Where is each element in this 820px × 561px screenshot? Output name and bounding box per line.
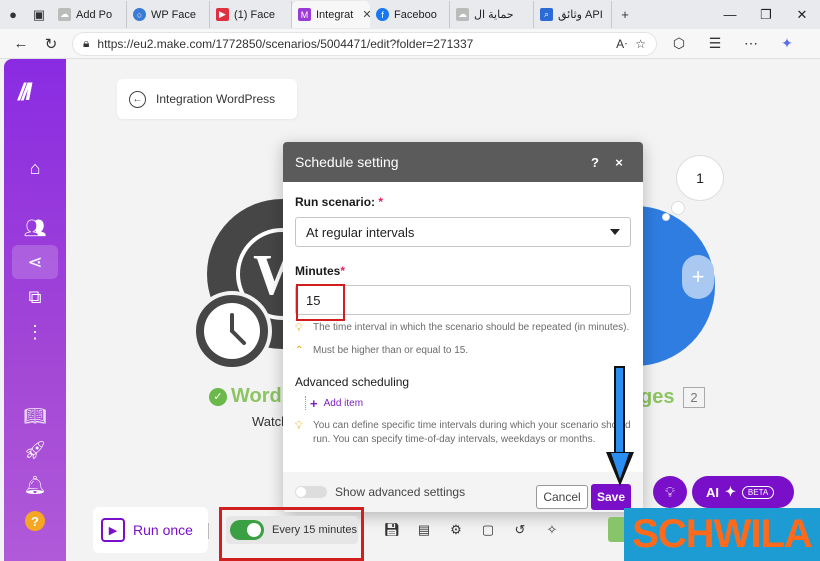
add-item-button[interactable]: + Add item [305, 395, 631, 411]
back-icon[interactable]: ← [6, 35, 36, 52]
extensions-icon[interactable]: ⬡ [663, 35, 695, 52]
help-icon[interactable]: ? [12, 504, 58, 538]
clock-hands-icon [230, 313, 246, 345]
sparkle-icon: ✦ [725, 484, 736, 499]
restore-icon[interactable]: ❐ [748, 7, 784, 23]
browser-tab-strip: ● ▣ ☁ Add Po ○ WP Face ▶ (1) Face M Inte… [0, 0, 820, 29]
more-menu-icon[interactable]: ⋯ [735, 35, 767, 52]
dialog-footer: Show advanced settings Cancel Save [283, 472, 643, 512]
url-text: https://eu2.make.com/1772850/scenarios/5… [97, 36, 474, 51]
lock-icon: 🔒︎ [83, 36, 90, 50]
close-icon[interactable]: × [607, 155, 631, 170]
favorite-star-icon[interactable]: ☆ [635, 37, 646, 51]
cloud-icon: ☁ [456, 8, 469, 21]
minutes-label: Minutes* [295, 264, 346, 278]
lightbulb-button[interactable]: 💡︎ [653, 476, 687, 508]
app-sidebar: //l ⌂ 👥︎ ⋖ ⧉ ⋮ 📖︎ 🚀︎ 🔔︎ ? [4, 59, 66, 561]
cancel-button[interactable]: Cancel [536, 485, 588, 509]
close-window-icon[interactable]: ✕ [784, 7, 820, 23]
advanced-hint: You can define specific time intervals d… [313, 420, 631, 445]
notes-icon[interactable]: ▢ [476, 519, 500, 541]
browser-tab-5[interactable]: f Faceboo [370, 1, 450, 28]
breadcrumb[interactable]: ← Integration WordPress [117, 79, 297, 119]
add-module-icon[interactable]: + [682, 255, 714, 299]
min-value-hint: Must be higher than or equal to 15. [313, 345, 469, 356]
advanced-scheduling-label: Advanced scheduling [295, 375, 410, 389]
minutes-input[interactable]: 15 [295, 285, 631, 315]
beta-badge: BETA [741, 485, 775, 499]
browser-tab-1[interactable]: ☁ Add Po [52, 1, 127, 28]
make-logo-icon: M [298, 8, 311, 21]
settings-gear-icon[interactable]: ⚙ [444, 519, 468, 541]
dialog-title: Schedule setting [295, 154, 399, 170]
browser-tab-4[interactable]: M Integrat ✕ [292, 1, 370, 28]
undo-icon[interactable]: ↺ [508, 519, 532, 541]
minutes-highlight-box [296, 284, 345, 321]
minimize-icon[interactable]: — [712, 7, 748, 22]
back-arrow-icon[interactable]: ← [129, 90, 146, 108]
youtube-icon: ▶ [216, 8, 229, 21]
close-tab-icon[interactable]: ✕ [362, 8, 370, 21]
lightbulb-icon: 💡︎ [295, 322, 303, 334]
tab-actions-icon[interactable]: ▣ [26, 2, 52, 28]
plus-icon: + [310, 395, 318, 411]
arrow-annotation-icon [614, 366, 625, 454]
chevron-up-icon: ⌃ [295, 345, 304, 356]
module-title-left: Word [231, 385, 282, 407]
dialog-header: Schedule setting ? × [283, 142, 643, 182]
circle-logo-icon: ○ [133, 8, 146, 21]
scenario-name: Integration WordPress [156, 92, 276, 106]
schedule-clock-icon[interactable] [192, 291, 272, 371]
lightbulb-icon: 💡︎ [295, 420, 303, 432]
browser-tab-6[interactable]: ☁ حماية ال [450, 1, 534, 28]
interval-hint: The time interval in which the scenario … [313, 322, 630, 333]
scenarios-share-icon[interactable]: ⋖ [12, 245, 58, 279]
operation-count-bubble[interactable]: 1 [676, 155, 724, 201]
browser-tab-3[interactable]: ▶ (1) Face [210, 1, 292, 28]
refresh-icon[interactable]: ↻ [36, 35, 66, 53]
schedule-setting-dialog: Schedule setting ? × Run scenario: * At … [283, 142, 643, 512]
save-button[interactable]: Save [591, 484, 631, 510]
show-advanced-label: Show advanced settings [335, 485, 466, 499]
table-icon[interactable]: ▤ [412, 519, 436, 541]
notifications-bell-icon[interactable]: 🔔︎ [12, 468, 58, 502]
magic-wand-icon[interactable]: ✧ [540, 519, 564, 541]
ai-assistant-button[interactable]: AI ✦ BETA [692, 476, 794, 508]
new-tab-icon[interactable]: + [612, 2, 638, 28]
apps-puzzle-icon[interactable]: ⧉ [12, 280, 58, 314]
help-icon[interactable]: ? [583, 155, 607, 170]
play-icon: ▶ [101, 518, 125, 542]
address-bar[interactable]: 🔒︎ https://eu2.make.com/1772850/scenario… [72, 31, 657, 56]
browser-tab-2[interactable]: ○ WP Face [127, 1, 210, 28]
docs-book-icon[interactable]: 📖︎ [12, 399, 58, 433]
browser-tab-7[interactable]: ⌕ وثائق API [534, 1, 612, 28]
address-bar-row: ← ↻ 🔒︎ https://eu2.make.com/1772850/scen… [0, 29, 820, 59]
module-title-right: ges [640, 386, 675, 408]
check-icon: ✓ [209, 387, 227, 406]
caret-down-icon [610, 229, 620, 235]
rocket-icon[interactable]: 🚀︎ [12, 433, 58, 467]
watermark-logo: SCHWILA [624, 508, 820, 561]
copilot-icon[interactable]: ✦ [771, 35, 803, 52]
home-icon[interactable]: ⌂ [12, 151, 58, 185]
search-icon: ⌕ [540, 8, 553, 21]
run-once-button[interactable]: ▶ Run once [93, 507, 208, 553]
show-advanced-toggle[interactable] [295, 486, 327, 498]
facebook-icon: f [376, 8, 389, 21]
run-scenario-label: Run scenario: * [295, 195, 384, 209]
team-icon[interactable]: 👥︎ [12, 211, 58, 245]
cloud-icon: ☁ [58, 8, 71, 21]
module-number-badge: 2 [683, 387, 705, 408]
save-disk-icon[interactable]: 💾︎ [380, 519, 404, 541]
favorites-icon[interactable]: ☰ [699, 35, 731, 52]
run-scenario-select[interactable]: At regular intervals [295, 217, 631, 247]
make-logo-icon[interactable]: //l [18, 79, 32, 107]
schedule-highlight-box [219, 507, 364, 561]
more-vertical-icon[interactable]: ⋮ [12, 315, 58, 349]
read-aloud-icon[interactable]: Aᐧ [616, 37, 627, 51]
profile-icon[interactable]: ● [0, 2, 26, 28]
